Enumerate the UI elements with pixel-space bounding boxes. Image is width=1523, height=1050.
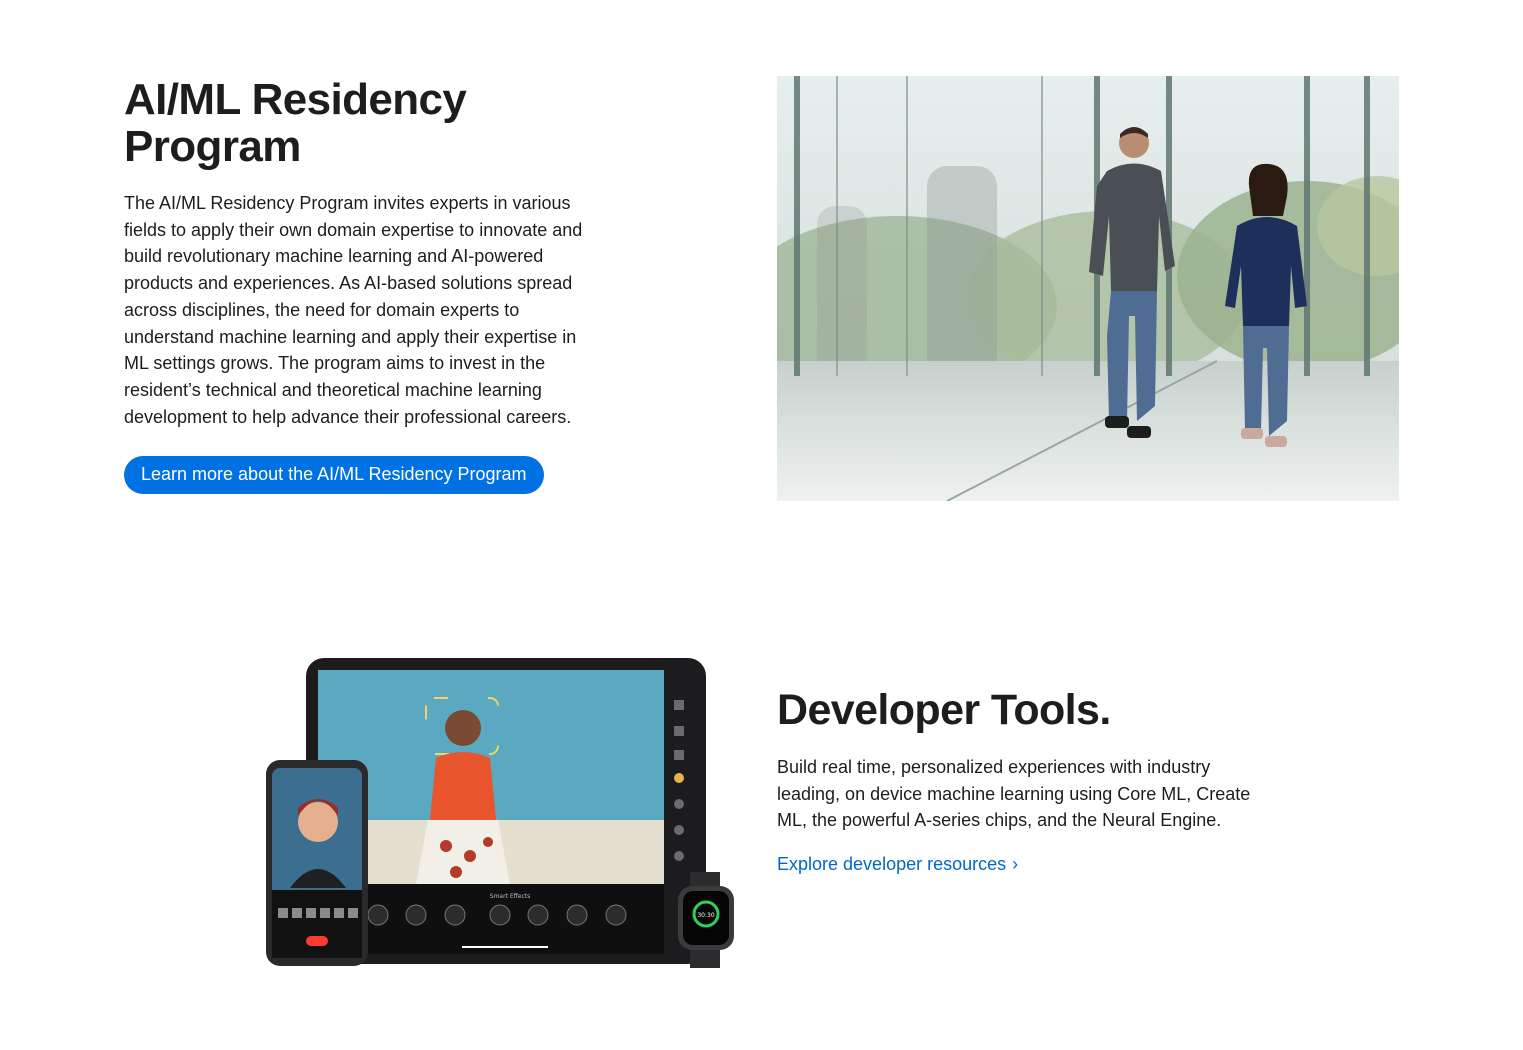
devices-illustration: Smart Effects 30:30 <box>260 650 740 980</box>
devtools-section: Developer Tools. Build real time, person… <box>777 686 1277 875</box>
devices-icon: Smart Effects 30:30 <box>266 658 734 968</box>
devtools-description: Build real time, personalized experience… <box>777 757 1251 831</box>
residency-title-line1: AI/ML Residency <box>124 75 467 124</box>
watch-time: 30:30 <box>697 912 714 919</box>
devtools-title: Developer Tools. <box>777 686 1111 734</box>
learn-more-residency-button[interactable]: Learn more about the AI/ML Residency Pro… <box>124 456 544 495</box>
people-walking-photo <box>777 76 1399 501</box>
ipad-toolbar-title: Smart Effects <box>490 893 530 900</box>
residency-title: AI/ML Residency Program <box>124 76 604 170</box>
explore-developer-resources-link[interactable]: Explore developer resources › <box>777 854 1018 875</box>
residency-title-line2: Program <box>124 122 301 171</box>
chevron-right-icon: › <box>1012 854 1019 875</box>
residency-photo <box>777 76 1399 501</box>
explore-link-label: Explore developer resources <box>777 854 1007 875</box>
residency-description: The AI/ML Residency Program invites expe… <box>124 193 583 427</box>
residency-section: AI/ML Residency Program The AI/ML Reside… <box>124 76 604 495</box>
